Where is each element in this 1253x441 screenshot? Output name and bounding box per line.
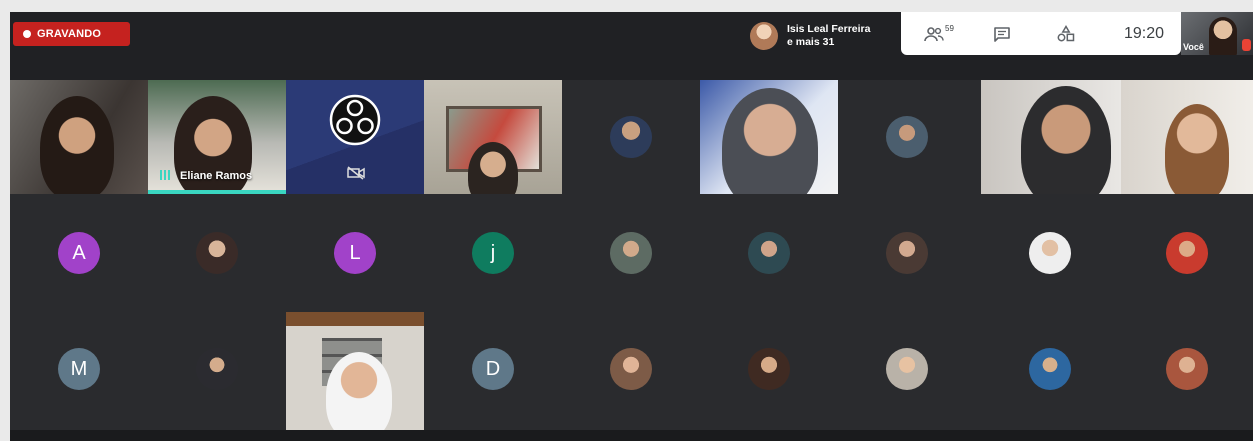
presenter-others: e mais 31: [787, 36, 835, 48]
participant-tile[interactable]: [148, 196, 286, 310]
participant-avatar: [196, 348, 238, 390]
top-controls: 59 19:20: [901, 12, 1181, 55]
participant-tile[interactable]: [148, 312, 286, 426]
participant-tile[interactable]: M: [10, 312, 148, 426]
participant-avatar: [1166, 348, 1208, 390]
participant-tile[interactable]: D: [424, 312, 562, 426]
participant-avatar: [886, 232, 928, 274]
participant-name-text: Eliane Ramos: [180, 170, 253, 182]
participant-avatar: [610, 116, 652, 158]
presenter-name: Isis Leal Ferreira: [787, 23, 871, 35]
chat-icon: [994, 27, 1010, 42]
recording-label: GRAVANDO: [37, 28, 102, 40]
participant-tile[interactable]: [981, 312, 1121, 426]
participant-tile[interactable]: [981, 80, 1121, 194]
participant-tile[interactable]: [562, 196, 700, 310]
camera-off-icon: [347, 166, 365, 180]
participant-tile[interactable]: [286, 312, 424, 430]
participant-initial: D: [485, 357, 501, 380]
recording-dot-icon: [23, 30, 31, 38]
obs-logo-icon: [329, 94, 381, 146]
participant-tile[interactable]: [838, 80, 976, 194]
participant-tile[interactable]: [700, 196, 838, 310]
participant-video: [326, 352, 392, 430]
participant-tile[interactable]: Eliane Ramos: [148, 80, 286, 194]
people-icon: [924, 27, 944, 42]
participant-name: Eliane Ramos: [160, 170, 252, 182]
participant-initial: j: [490, 241, 496, 264]
participant-avatar: A: [58, 232, 100, 274]
participant-tile[interactable]: L: [286, 196, 424, 310]
participant-tile[interactable]: [700, 312, 838, 426]
participant-tile[interactable]: [838, 312, 976, 426]
participant-avatar: D: [472, 348, 514, 390]
participant-tile[interactable]: [981, 196, 1121, 310]
participant-avatar: [1166, 232, 1208, 274]
participant-video: [1165, 104, 1229, 194]
participant-tile[interactable]: [562, 312, 700, 426]
participant-avatar: L: [334, 232, 376, 274]
participant-avatar: [1029, 232, 1071, 274]
participant-avatar: [1029, 348, 1071, 390]
presenter-text: Isis Leal Ferreira e mais 31: [787, 23, 870, 49]
participant-avatar: M: [58, 348, 100, 390]
shapes-icon: [1057, 25, 1075, 42]
participant-tile[interactable]: [286, 80, 424, 194]
participant-initial: M: [70, 357, 88, 380]
participants-button[interactable]: 59: [919, 21, 959, 47]
clock-time: 19:20: [1123, 25, 1165, 42]
mic-off-icon: [1242, 39, 1251, 51]
recording-badge[interactable]: GRAVANDO: [13, 22, 130, 46]
participant-avatar: [886, 348, 928, 390]
participant-tile[interactable]: [562, 80, 700, 194]
speaking-indicator: [148, 190, 286, 194]
participant-tile[interactable]: [1121, 312, 1253, 426]
self-view-label: Você: [1183, 42, 1204, 52]
participant-avatar: [748, 232, 790, 274]
presenter-chip[interactable]: Isis Leal Ferreira e mais 31: [745, 16, 900, 56]
participants-count: 59: [945, 23, 954, 33]
bottom-control-bar: [10, 430, 1253, 441]
meeting-stage: GRAVANDO Isis Leal Ferreira e mais 31 59: [10, 12, 1253, 441]
participant-avatar: j: [472, 232, 514, 274]
participant-video: [722, 88, 818, 194]
participant-avatar: [196, 232, 238, 274]
participant-initial: L: [349, 241, 361, 264]
participant-tile[interactable]: [838, 196, 976, 310]
participant-avatar: [886, 116, 928, 158]
speaking-icon: [160, 170, 170, 180]
participant-video: [1021, 86, 1111, 194]
participant-tile[interactable]: A: [10, 196, 148, 310]
participant-tile[interactable]: [10, 80, 148, 194]
chat-button[interactable]: [987, 21, 1017, 47]
self-view-person: [1209, 17, 1237, 55]
participant-tile[interactable]: [1121, 196, 1253, 310]
participant-tile[interactable]: [424, 80, 562, 194]
participant-avatar: [610, 348, 652, 390]
participant-avatar: [610, 232, 652, 274]
participant-tile[interactable]: j: [424, 196, 562, 310]
participant-avatar: [748, 348, 790, 390]
activities-button[interactable]: [1051, 21, 1081, 47]
participant-video: [40, 96, 114, 194]
self-view-tile[interactable]: Você: [1181, 12, 1253, 55]
presenter-avatar: [750, 22, 778, 50]
participant-tile[interactable]: [700, 80, 838, 194]
participant-tile[interactable]: [1121, 80, 1253, 194]
participant-initial: A: [72, 241, 86, 264]
